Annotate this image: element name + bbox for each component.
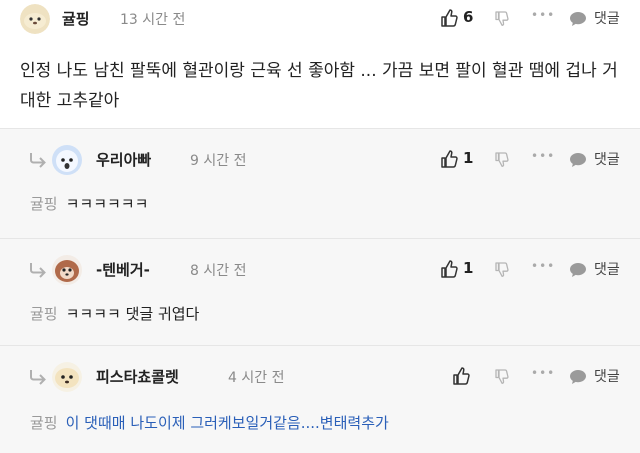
comment-text: ㅋㅋㅋㅋㅋㅋ <box>65 195 149 213</box>
reply-button[interactable]: 댓글 <box>594 366 620 386</box>
reply-comment: 우리아빠 9 시간 전 1 ••• 댓글 귤핑 ㅋㅋㅋㅋㅋㅋ <box>0 128 640 238</box>
timestamp: 13 시간 전 <box>120 12 186 28</box>
avatar[interactable] <box>20 4 50 34</box>
comment-text: ㅋㅋㅋㅋ 댓글 귀엽다 <box>65 305 200 323</box>
comment-body: 귤핑 이 댓때매 나도이제 그러케보일거같음....변태력추가 <box>30 412 626 433</box>
thumbs-down-icon[interactable] <box>494 261 509 278</box>
timestamp: 8 시간 전 <box>190 263 247 279</box>
nickname[interactable]: 우리아빠 <box>96 149 151 170</box>
reply-button[interactable]: 댓글 <box>594 8 620 28</box>
reply-button[interactable]: 댓글 <box>594 259 620 279</box>
comment-header: 귤핑 13 시간 전 6 ••• 댓글 <box>0 4 640 34</box>
comment: 귤핑 13 시간 전 6 ••• 댓글 인정 나도 남친 팔뚝에 혈관이랑 근육… <box>0 0 640 128</box>
thumbs-down-icon[interactable] <box>494 151 509 168</box>
more-icon[interactable]: ••• <box>531 8 555 22</box>
comment-body: 귤핑 ㅋㅋㅋㅋ 댓글 귀엽다 <box>30 303 626 324</box>
timestamp: 9 시간 전 <box>190 153 247 169</box>
thumbs-down-icon[interactable] <box>494 368 509 385</box>
reply-arrow-icon <box>30 153 46 168</box>
reply-arrow-icon <box>30 263 46 278</box>
thumbs-down-icon[interactable] <box>494 10 509 27</box>
speech-bubble-icon[interactable] <box>569 152 587 168</box>
timestamp: 4 시간 전 <box>228 370 285 386</box>
mention[interactable]: 귤핑 <box>30 195 58 213</box>
avatar[interactable] <box>52 362 82 392</box>
mention[interactable]: 귤핑 <box>30 414 58 432</box>
comment-text: 이 댓때매 나도이제 그러케보일거같음....변태력추가 <box>65 414 389 432</box>
avatar[interactable] <box>52 255 82 285</box>
comment-header: -텐베거- 8 시간 전 1 ••• 댓글 <box>0 255 640 285</box>
speech-bubble-icon[interactable] <box>569 262 587 278</box>
more-icon[interactable]: ••• <box>531 259 555 273</box>
comment-body: 인정 나도 남친 팔뚝에 혈관이랑 근육 선 좋아함 ... 가끔 보면 팔이 … <box>20 61 618 111</box>
more-icon[interactable]: ••• <box>531 149 555 163</box>
nickname[interactable]: 피스타쵸콜렛 <box>96 366 179 387</box>
like-count: 1 <box>463 259 474 277</box>
comment-body: 귤핑 ㅋㅋㅋㅋㅋㅋ <box>30 193 626 214</box>
nickname[interactable]: -텐베거- <box>96 259 150 280</box>
reply-button[interactable]: 댓글 <box>594 149 620 169</box>
speech-bubble-icon[interactable] <box>569 11 587 27</box>
speech-bubble-icon[interactable] <box>569 369 587 385</box>
thumbs-up-icon[interactable] <box>440 259 458 279</box>
thumbs-up-icon[interactable] <box>440 149 458 169</box>
mention[interactable]: 귤핑 <box>30 305 58 323</box>
comment-header: 피스타쵸콜렛 4 시간 전 ••• 댓글 <box>0 362 640 392</box>
more-icon[interactable]: ••• <box>531 366 555 380</box>
reply-comment: 피스타쵸콜렛 4 시간 전 ••• 댓글 귤핑 이 댓때매 나도이제 그러케보일거… <box>0 345 640 453</box>
reply-arrow-icon <box>30 370 46 385</box>
nickname[interactable]: 귤핑 <box>62 8 90 29</box>
thumbs-up-icon[interactable] <box>452 366 470 386</box>
comment-header: 우리아빠 9 시간 전 1 ••• 댓글 <box>0 145 640 175</box>
avatar[interactable] <box>52 145 82 175</box>
reply-comment: -텐베거- 8 시간 전 1 ••• 댓글 귤핑 ㅋㅋㅋㅋ 댓글 귀엽다 <box>0 238 640 345</box>
like-count: 1 <box>463 149 474 167</box>
like-count: 6 <box>463 8 474 26</box>
thumbs-up-icon[interactable] <box>440 8 458 28</box>
